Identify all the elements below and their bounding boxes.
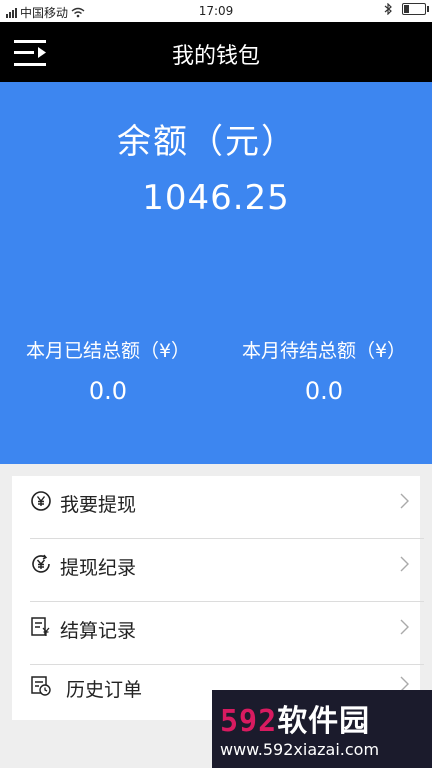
menu-item-label: 结算记录 (60, 620, 137, 642)
stat-pending-value: 0.0 (304, 377, 344, 405)
menu-item-withdraw-records[interactable]: 提现纪录 (30, 539, 424, 602)
stat-settled-label: 本月已结总额（¥） (25, 340, 191, 362)
yen-circle-icon (31, 491, 51, 511)
balance-value: 1046.25 (142, 178, 290, 218)
bluetooth-icon (384, 3, 392, 15)
watermark-url: www.592xiazai.com (220, 740, 380, 759)
chevron-right-icon (400, 556, 409, 572)
menu-item-label: 历史订单 (66, 679, 143, 701)
status-right (384, 3, 429, 15)
menu-item-label: 提现纪录 (60, 557, 137, 579)
stat-settled: 本月已结总额（¥） 0.0 (0, 336, 216, 405)
status-bar: 中国移动 17:09 (0, 0, 432, 22)
chevron-right-icon (400, 619, 409, 635)
menu-item-settlement-records[interactable]: 结算记录 (30, 602, 424, 665)
balance-panel: 余额（元） 1046.25 本月已结总额（¥） 0.0 本月待结总额（¥） 0.… (0, 82, 432, 464)
watermark-number: 592 (220, 704, 278, 739)
battery-icon (402, 3, 429, 15)
watermark-brand: 592软件园 (220, 696, 370, 740)
watermark: 592软件园 www.592xiazai.com (212, 690, 432, 768)
menu-item-label: 我要提现 (60, 494, 137, 516)
app-bar: 我的钱包 (0, 22, 432, 82)
stat-pending-label: 本月待结总额（¥） (241, 340, 407, 362)
settlement-doc-icon (31, 617, 50, 636)
chevron-right-icon (400, 493, 409, 509)
page-title: 我的钱包 (171, 44, 260, 69)
stat-pending: 本月待结总额（¥） 0.0 (216, 336, 432, 405)
order-history-icon (31, 676, 51, 696)
balance-label: 余额（元） (117, 122, 297, 162)
stat-settled-value: 0.0 (88, 377, 128, 405)
menu-list: 我要提现 提现纪录 结算记录 历史订单 (12, 476, 424, 720)
status-time: 17:09 (198, 4, 234, 18)
menu-item-withdraw[interactable]: 我要提现 (30, 476, 424, 539)
yen-clock-icon (32, 554, 50, 573)
watermark-text: 软件园 (277, 704, 371, 739)
